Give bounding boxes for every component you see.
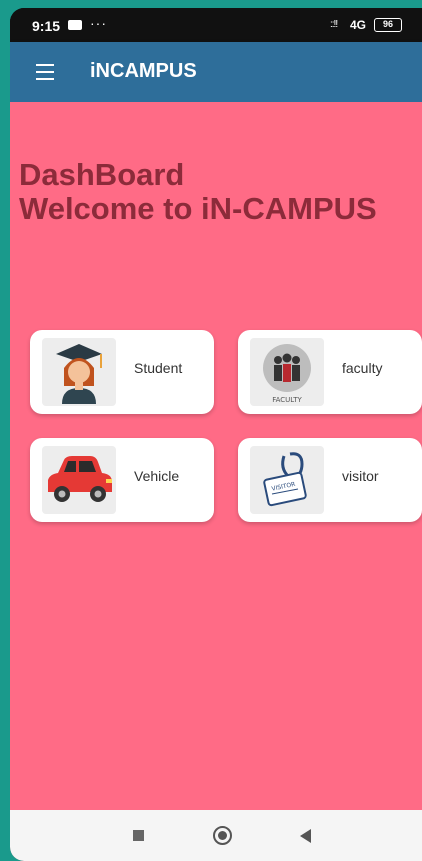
signal-icon: ::!! [330, 19, 338, 30]
car-icon [42, 446, 116, 514]
heading-line-2: Welcome to iN-CAMPUS [19, 191, 377, 226]
faculty-icon: FACULTY [250, 338, 324, 406]
student-icon [42, 338, 116, 406]
visitor-card[interactable]: VISITOR visitor [238, 438, 422, 522]
network-type: 4G [350, 18, 367, 32]
more-notifications-indicator: ··· [90, 15, 107, 31]
visitor-label: visitor [342, 468, 379, 484]
student-label: Student [134, 360, 183, 376]
vehicle-card[interactable]: Vehicle [30, 438, 214, 522]
message-notification-icon [68, 20, 82, 30]
visitor-badge-icon: VISITOR [250, 446, 324, 514]
faculty-label: faculty [342, 360, 383, 376]
app-title: iNCAMPUS [90, 60, 197, 82]
faculty-card[interactable]: FACULTY faculty [238, 330, 422, 414]
app-bar: iNCAMPUS [10, 42, 422, 102]
page-title: DashBoard Welcome to iN-CAMPUS [19, 158, 377, 226]
battery-icon: 96 [374, 18, 402, 32]
student-card[interactable]: Student [30, 330, 214, 414]
status-time: 9:15 [32, 18, 61, 34]
dashboard-content: DashBoard Welcome to iN-CAMPUS Student F… [10, 102, 422, 810]
hamburger-menu-icon[interactable] [36, 64, 56, 80]
back-button[interactable] [300, 829, 311, 843]
faculty-image-text: FACULTY [272, 396, 302, 404]
system-nav-bar [10, 810, 422, 861]
home-button[interactable] [213, 826, 232, 845]
phone-frame: 9:15 ··· ::!! 4G 96 iNCAMPUS DashBoard W… [10, 8, 422, 861]
vehicle-label: Vehicle [134, 468, 180, 484]
status-bar: 9:15 ··· ::!! 4G 96 [10, 8, 422, 42]
heading-line-1: DashBoard [19, 157, 185, 192]
recents-button[interactable] [133, 830, 144, 841]
